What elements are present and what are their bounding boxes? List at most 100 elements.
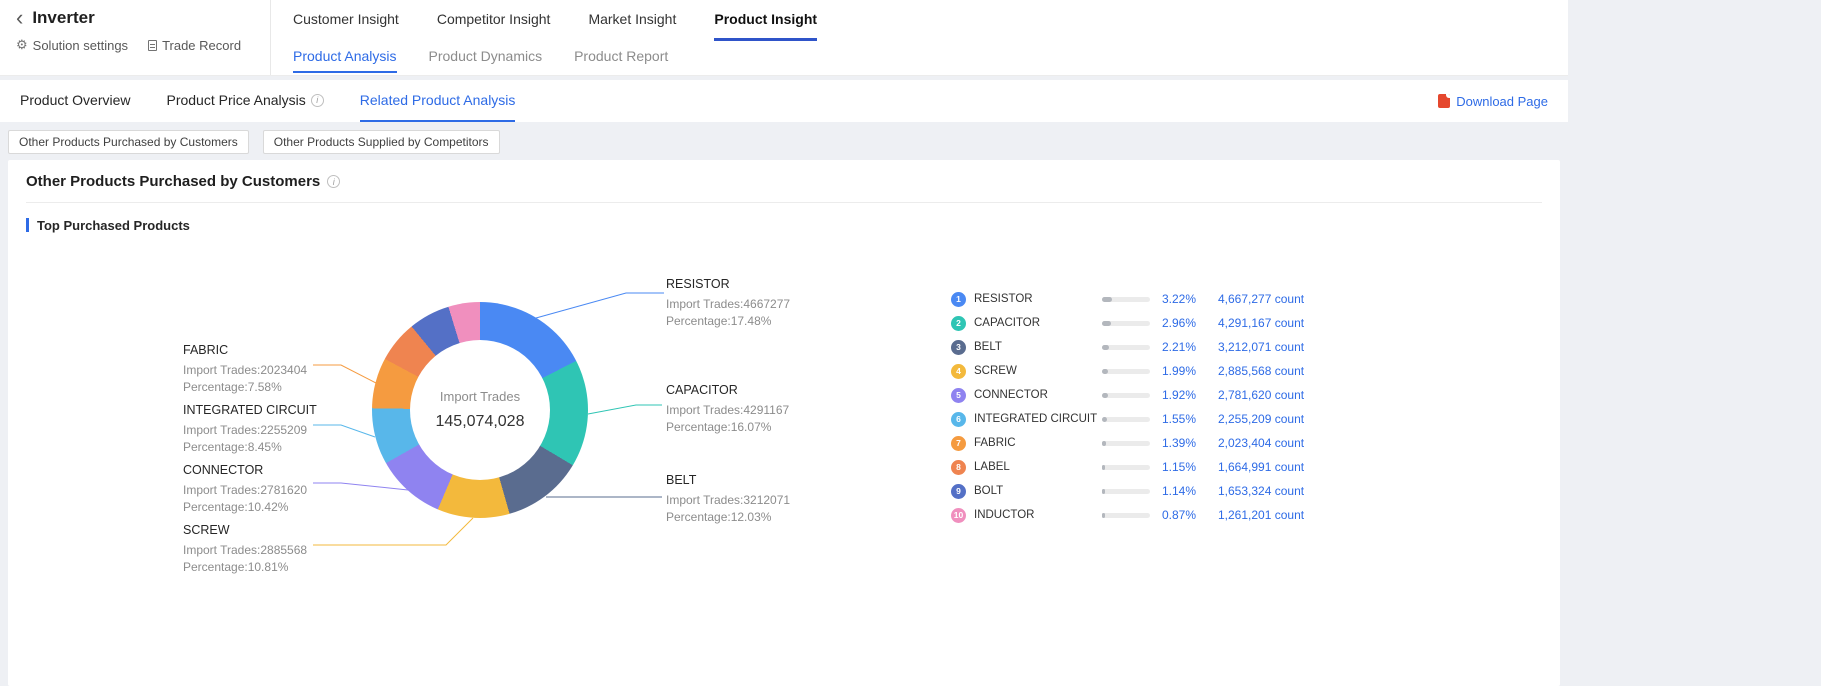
rank-badge: 1 <box>951 292 966 307</box>
share-percentage: 1.99% <box>1150 364 1196 378</box>
ranking-row[interactable]: 7FABRIC1.39%2,023,404 count <box>951 431 1331 455</box>
ranking-row[interactable]: 8LABEL1.15%1,664,991 count <box>951 455 1331 479</box>
tab-product-overview[interactable]: Product Overview <box>20 80 130 122</box>
callout-connector: CONNECTOR Import Trades:2781620 Percenta… <box>183 463 363 516</box>
ranking-row[interactable]: 6INTEGRATED CIRCUIT1.55%2,255,209 count <box>951 407 1331 431</box>
back-icon[interactable]: ‹ <box>16 8 23 28</box>
solution-settings-button[interactable]: Solution settings <box>16 37 128 53</box>
trade-count: 2,023,404 count <box>1218 436 1304 450</box>
product-name: BELT <box>974 341 1102 353</box>
rank-badge: 8 <box>951 460 966 475</box>
ranking-row[interactable]: 5CONNECTOR1.92%2,781,620 count <box>951 383 1331 407</box>
share-percentage: 1.15% <box>1150 460 1196 474</box>
share-percentage: 1.14% <box>1150 484 1196 498</box>
share-bar <box>1102 441 1150 446</box>
callout-percentage: Percentage:12.03% <box>666 509 846 526</box>
share-percentage: 0.87% <box>1150 508 1196 522</box>
ranking-row[interactable]: 2 CAPACITOR 2.96% 4,291,167 count <box>951 311 1331 335</box>
gear-icon <box>16 37 28 53</box>
ranking-row[interactable]: 4SCREW1.99%2,885,568 count <box>951 359 1331 383</box>
callout-screw: SCREW Import Trades:2885568 Percentage:1… <box>183 523 363 576</box>
callout-product-name: CAPACITOR <box>666 383 846 397</box>
share-bar <box>1102 393 1150 398</box>
page-title: Inverter <box>32 8 94 28</box>
share-percentage: 1.55% <box>1150 412 1196 426</box>
rank-badge: 7 <box>951 436 966 451</box>
info-icon[interactable] <box>311 94 324 107</box>
ranking-list: 1RESISTOR3.22%4,667,277 count2CAPACITOR2… <box>951 287 1331 527</box>
trade-count: 1,653,324 count <box>1218 484 1304 498</box>
callout-percentage: Percentage:16.07% <box>666 419 846 436</box>
trade-count: 2,255,209 count <box>1218 412 1304 426</box>
tab-product-price-analysis[interactable]: Product Price Analysis <box>166 80 323 122</box>
document-icon <box>148 40 157 51</box>
donut-center-value: 145,074,028 <box>436 413 525 431</box>
share-percentage: 2.96% <box>1150 316 1196 330</box>
trade-record-button[interactable]: Trade Record <box>148 37 241 53</box>
subtab-product-analysis[interactable]: Product Analysis <box>293 41 397 73</box>
rank-badge: 2 <box>951 316 966 331</box>
header-left: ‹ Inverter Solution settings Trade Recor… <box>0 0 271 75</box>
callout-import-trades: Import Trades:4667277 <box>666 296 846 313</box>
ranking-row[interactable]: 10 INDUCTOR 0.87% 1,261,201 count <box>951 503 1331 527</box>
download-page-button[interactable]: Download Page <box>1438 80 1548 122</box>
callout-product-name: INTEGRATED CIRCUIT <box>183 403 363 417</box>
download-page-label: Download Page <box>1456 94 1548 109</box>
trade-count: 3,212,071 count <box>1218 340 1304 354</box>
callout-fabric: FABRIC Import Trades:2023404 Percentage:… <box>183 343 363 396</box>
product-name: INTEGRATED CIRCUIT <box>974 413 1102 425</box>
tab-customer-insight[interactable]: Customer Insight <box>293 0 399 41</box>
solution-settings-label: Solution settings <box>33 38 128 53</box>
ranking-row[interactable]: 1RESISTOR3.22%4,667,277 count <box>951 287 1331 311</box>
filter-supplied-by-competitors[interactable]: Other Products Supplied by Competitors <box>263 130 500 154</box>
callout-product-name: SCREW <box>183 523 363 537</box>
share-bar <box>1102 345 1150 350</box>
callout-product-name: BELT <box>666 473 846 487</box>
header-tabs: Customer Insight Competitor Insight Mark… <box>271 0 1568 75</box>
share-bar <box>1102 321 1150 326</box>
trade-count: 4,291,167 count <box>1218 316 1304 330</box>
analysis-toolbar: Product Overview Product Price Analysis … <box>0 80 1568 122</box>
product-name: CAPACITOR <box>974 317 1102 329</box>
subtab-product-report[interactable]: Product Report <box>574 41 668 73</box>
callout-product-name: CONNECTOR <box>183 463 363 477</box>
tab-related-product-analysis-label: Related Product Analysis <box>360 80 516 120</box>
analysis-card: Other Products Purchased by Customers To… <box>8 160 1560 686</box>
pdf-icon <box>1438 94 1450 108</box>
trade-record-label: Trade Record <box>162 38 241 53</box>
callout-product-name: RESISTOR <box>666 277 846 291</box>
product-name: SCREW <box>974 365 1102 377</box>
share-bar <box>1102 369 1150 374</box>
rank-badge: 3 <box>951 340 966 355</box>
trade-count: 2,781,620 count <box>1218 388 1304 402</box>
card-title-info-icon[interactable] <box>327 175 340 188</box>
product-name: CONNECTOR <box>974 389 1102 401</box>
callout-import-trades: Import Trades:4291167 <box>666 402 846 419</box>
callout-integrated-circuit: INTEGRATED CIRCUIT Import Trades:2255209… <box>183 403 363 456</box>
ranking-row[interactable]: 9BOLT1.14%1,653,324 count <box>951 479 1331 503</box>
filter-purchased-by-customers[interactable]: Other Products Purchased by Customers <box>8 130 249 154</box>
callout-product-name: FABRIC <box>183 343 363 357</box>
share-percentage: 3.22% <box>1150 292 1196 306</box>
donut-center-label: Import Trades <box>440 389 520 404</box>
tab-related-product-analysis[interactable]: Related Product Analysis <box>360 80 516 122</box>
rank-badge: 10 <box>951 508 966 523</box>
callout-import-trades: Import Trades:2885568 <box>183 542 363 559</box>
callout-import-trades: Import Trades:2023404 <box>183 362 363 379</box>
share-bar <box>1102 297 1150 302</box>
donut-chart[interactable]: Import Trades 145,074,028 <box>372 302 588 518</box>
callout-belt: BELT Import Trades:3212071 Percentage:12… <box>666 473 846 526</box>
subtab-product-dynamics[interactable]: Product Dynamics <box>429 41 543 73</box>
ranking-row[interactable]: 3BELT2.21%3,212,071 count <box>951 335 1331 359</box>
callout-import-trades: Import Trades:2255209 <box>183 422 363 439</box>
tab-competitor-insight[interactable]: Competitor Insight <box>437 0 551 41</box>
tab-product-insight[interactable]: Product Insight <box>714 0 817 41</box>
callout-percentage: Percentage:10.81% <box>183 559 363 576</box>
section-accent-bar <box>26 218 29 232</box>
product-name: INDUCTOR <box>974 509 1102 521</box>
app-header: ‹ Inverter Solution settings Trade Recor… <box>0 0 1568 76</box>
trade-count: 1,261,201 count <box>1218 508 1304 522</box>
tab-market-insight[interactable]: Market Insight <box>588 0 676 41</box>
donut-center: Import Trades 145,074,028 <box>410 340 550 480</box>
callout-resistor: RESISTOR Import Trades:4667277 Percentag… <box>666 277 846 330</box>
